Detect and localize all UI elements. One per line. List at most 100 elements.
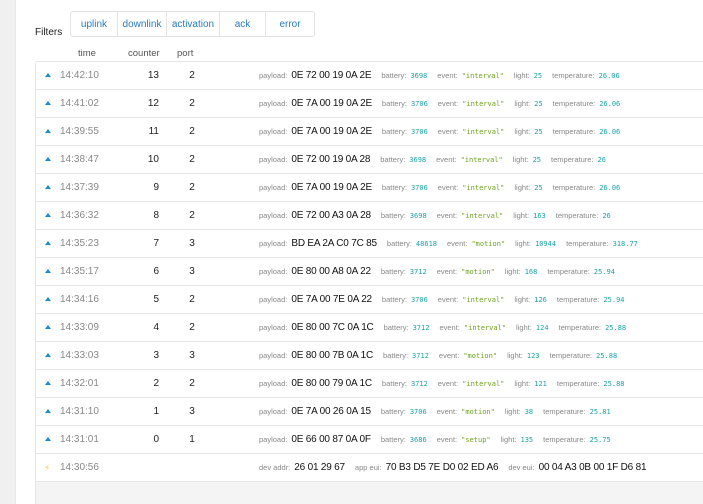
- event-label: event:: [437, 71, 458, 80]
- payload-label: payload:: [259, 351, 288, 360]
- event-label: event:: [436, 211, 458, 220]
- uplink-row[interactable]: 14:39:55 11 2 payload: 0E 7A 00 19 0A 2E…: [36, 118, 703, 146]
- temperature-label: temperature:: [556, 295, 600, 304]
- temperature-label: temperature:: [558, 323, 602, 332]
- event-value: "motion": [463, 352, 498, 360]
- dev-addr-value: 26 01 29 67: [294, 462, 345, 473]
- filter-activation-button[interactable]: activation: [167, 12, 220, 36]
- row-time: 14:36:32: [60, 210, 99, 221]
- uplink-arrow-icon: [45, 353, 51, 357]
- payload-label: payload:: [259, 211, 288, 220]
- uplink-row[interactable]: 14:35:17 6 3 payload: 0E 80 00 A8 0A 22 …: [36, 258, 703, 286]
- temperature-label: temperature:: [547, 267, 590, 276]
- payload-value: 0E 80 00 79 0A 1C: [291, 378, 372, 389]
- row-time: 14:41:02: [60, 98, 99, 109]
- light-label: light:: [504, 407, 521, 416]
- row-port: 1: [189, 434, 195, 445]
- light-value: 25: [534, 128, 543, 136]
- light-label: light:: [514, 295, 531, 304]
- event-value: "motion": [461, 268, 495, 276]
- light-value: 163: [533, 212, 546, 220]
- uplink-row[interactable]: 14:31:10 1 3 payload: 0E 7A 00 26 0A 15 …: [36, 398, 703, 426]
- row-counter: 10: [147, 154, 159, 165]
- uplink-row[interactable]: 14:33:03 3 3 payload: 0E 80 00 7B 0A 1C …: [36, 342, 703, 370]
- light-value: 123: [526, 352, 540, 360]
- uplink-row[interactable]: 14:31:01 0 1 payload: 0E 66 00 87 0A 0F …: [36, 426, 703, 454]
- sidebar-edge: [0, 0, 16, 504]
- event-label: event:: [436, 267, 458, 276]
- activation-row[interactable]: ⚡ 14:30:56 dev addr: 26 01 29 67 app eui…: [36, 454, 703, 482]
- battery-value: 3698: [409, 212, 427, 220]
- filter-downlink-button[interactable]: downlink: [118, 12, 167, 36]
- payload-value: 0E 72 00 A3 0A 28: [291, 210, 371, 221]
- temperature-value: 25.94: [603, 296, 625, 304]
- light-label: light:: [500, 435, 517, 444]
- row-time: 14:42:10: [60, 70, 99, 81]
- temperature-value: 25.88: [605, 324, 627, 332]
- event-label: event:: [437, 183, 459, 192]
- activation-bolt-icon: ⚡: [44, 463, 51, 473]
- row-fields: payload: BD EA 2A C0 7C 85 battery: 4861…: [259, 238, 648, 249]
- temperature-label: temperature:: [552, 127, 596, 136]
- row-counter: 2: [153, 378, 159, 389]
- row-counter: 9: [153, 182, 159, 193]
- row-counter: 6: [153, 266, 159, 277]
- row-time: 14:33:03: [60, 350, 99, 361]
- row-fields: payload: 0E 80 00 79 0A 1C battery: 3712…: [259, 378, 635, 389]
- uplink-row[interactable]: 14:37:39 9 2 payload: 0E 7A 00 19 0A 2E …: [36, 174, 703, 202]
- temperature-label: temperature:: [552, 71, 595, 80]
- row-fields: payload: 0E 72 00 A3 0A 28 battery: 3698…: [259, 210, 621, 221]
- light-label: light:: [504, 267, 521, 276]
- event-value: "interval": [462, 100, 505, 108]
- row-time: 14:35:17: [60, 266, 99, 277]
- light-label: light:: [514, 127, 531, 136]
- event-value: "interval": [462, 380, 505, 388]
- row-fields: payload: 0E 80 00 7B 0A 1C battery: 3712…: [259, 350, 627, 361]
- payload-value: 0E 7A 00 19 0A 2E: [291, 126, 372, 137]
- event-label: event:: [437, 295, 459, 304]
- row-port: 3: [189, 406, 195, 417]
- payload-value: 0E 7A 00 19 0A 2E: [291, 182, 372, 193]
- temperature-label: temperature:: [566, 239, 609, 248]
- payload-value: 0E 80 00 7C 0A 1C: [291, 322, 374, 333]
- filter-ack-button[interactable]: ack: [220, 12, 266, 36]
- row-port: 3: [189, 266, 195, 277]
- battery-value: 48618: [415, 240, 437, 248]
- uplink-row[interactable]: 14:35:23 7 3 payload: BD EA 2A C0 7C 85 …: [36, 230, 703, 258]
- row-port: 2: [189, 378, 195, 389]
- uplink-arrow-icon: [45, 213, 51, 217]
- uplink-row[interactable]: 14:32:01 2 2 payload: 0E 80 00 79 0A 1C …: [36, 370, 703, 398]
- uplink-row[interactable]: 14:36:32 8 2 payload: 0E 72 00 A3 0A 28 …: [36, 202, 703, 230]
- uplink-row[interactable]: 14:34:16 5 2 payload: 0E 7A 00 7E 0A 22 …: [36, 286, 703, 314]
- temperature-label: temperature:: [552, 183, 596, 192]
- filter-uplink-button[interactable]: uplink: [71, 12, 118, 36]
- dev-eui-label: dev eui:: [508, 463, 535, 472]
- event-label: event:: [438, 351, 460, 360]
- temperature-label: temperature:: [549, 351, 593, 360]
- payload-value: 0E 80 00 7B 0A 1C: [291, 350, 374, 361]
- light-label: light:: [514, 379, 531, 388]
- temperature-value: 25.81: [589, 408, 611, 416]
- row-counter: 13: [147, 70, 159, 81]
- uplink-arrow-icon: [45, 101, 51, 105]
- battery-value: 3706: [410, 100, 428, 108]
- row-fields: payload: 0E 72 00 19 0A 2E battery: 3698…: [259, 70, 630, 81]
- uplink-arrow-icon: [45, 409, 51, 413]
- battery-value: 3698: [409, 156, 427, 164]
- temperature-value: 26.06: [599, 128, 621, 136]
- light-label: light:: [513, 211, 530, 220]
- temperature-label: temperature:: [556, 379, 600, 388]
- event-value: "interval": [462, 128, 505, 136]
- uplink-row[interactable]: 14:38:47 10 2 payload: 0E 72 00 19 0A 28…: [36, 146, 703, 174]
- event-value: "interval": [461, 212, 504, 220]
- row-fields: payload: 0E 80 00 7C 0A 1C battery: 3712…: [259, 322, 636, 333]
- uplink-row[interactable]: 14:41:02 12 2 payload: 0E 7A 00 19 0A 2E…: [36, 90, 703, 118]
- uplink-row[interactable]: 14:33:09 4 2 payload: 0E 80 00 7C 0A 1C …: [36, 314, 703, 342]
- row-time: 14:37:39: [60, 182, 99, 193]
- uplink-arrow-icon: [45, 129, 51, 133]
- event-value: "interval": [463, 324, 507, 332]
- row-port: 2: [189, 182, 195, 193]
- row-time: 14:39:55: [60, 126, 99, 137]
- filter-error-button[interactable]: error: [266, 12, 314, 36]
- uplink-row[interactable]: 14:42:10 13 2 payload: 0E 72 00 19 0A 2E…: [36, 62, 703, 90]
